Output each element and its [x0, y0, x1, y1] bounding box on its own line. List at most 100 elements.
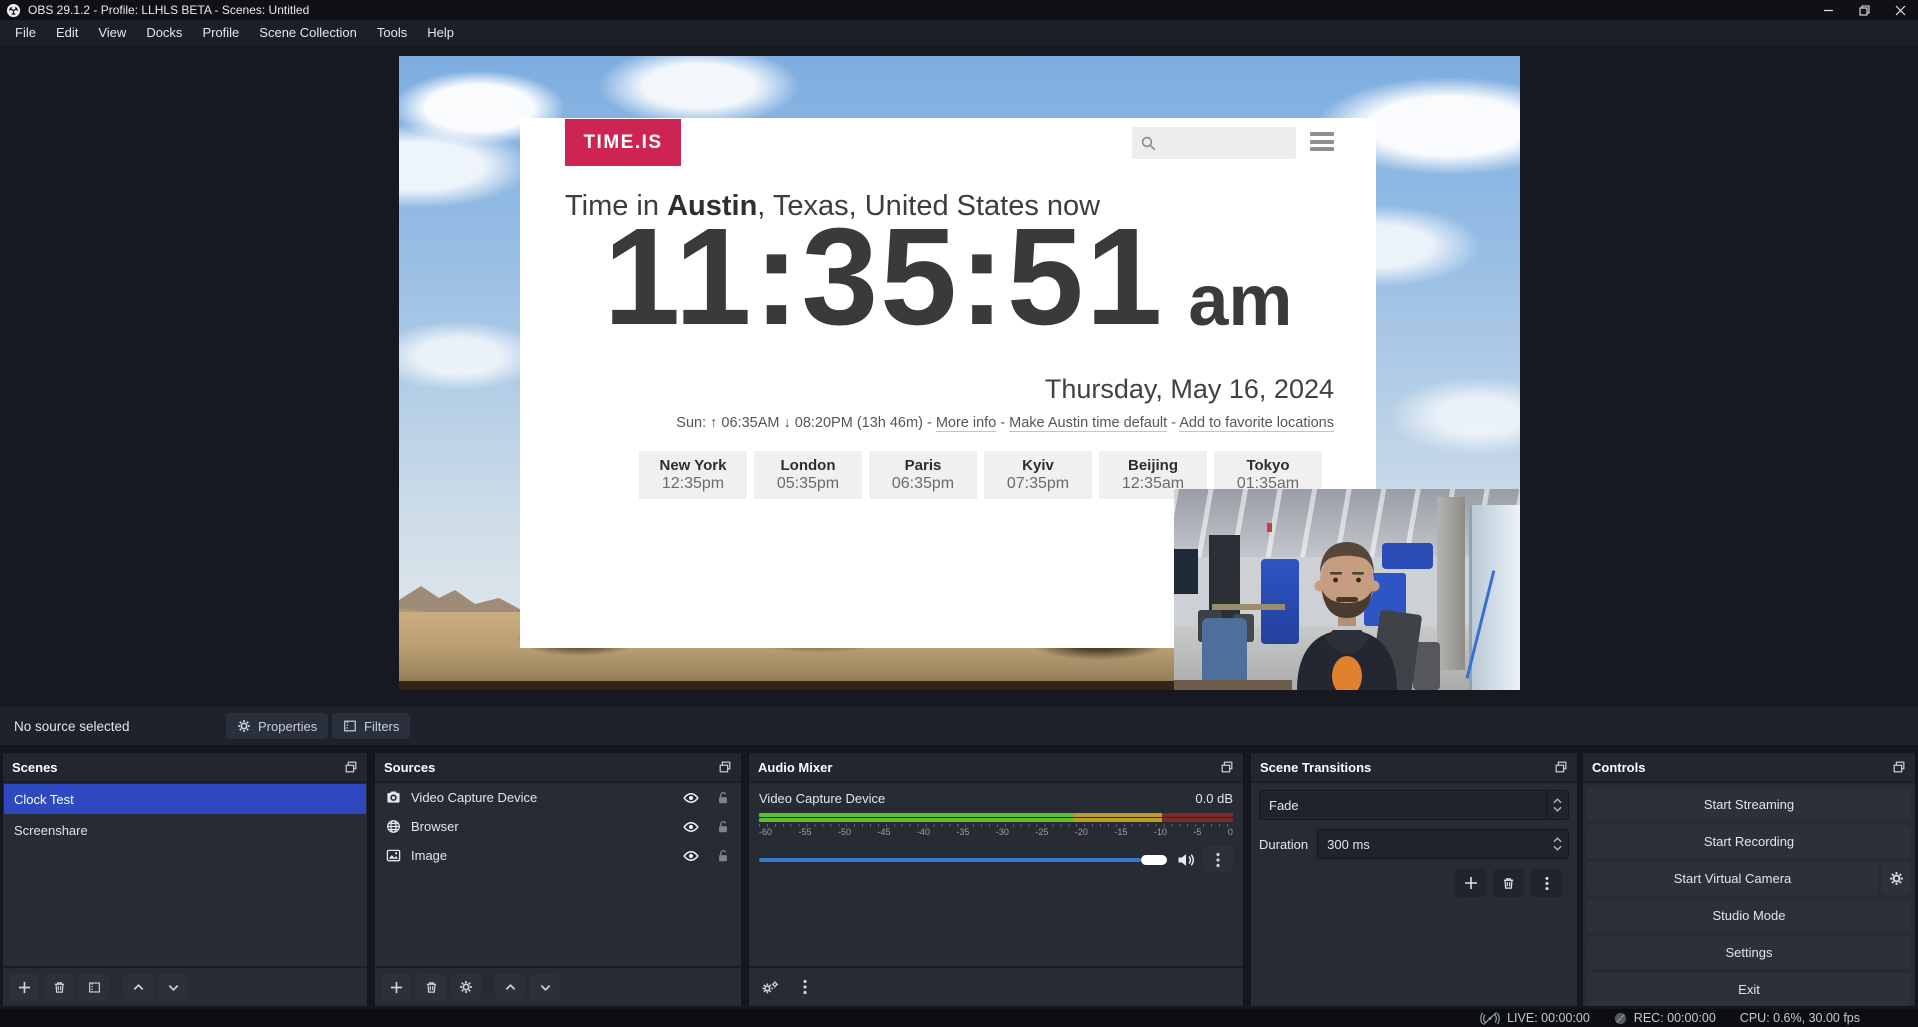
exit-button[interactable]: Exit	[1587, 973, 1911, 1006]
menu-help[interactable]: Help	[417, 20, 464, 46]
duration-spinner[interactable]: 300 ms	[1317, 829, 1569, 859]
sun-info-line: Sun: ↑ 06:35AM ↓ 08:20PM (13h 46m) - Mor…	[676, 415, 1334, 431]
popup-icon[interactable]	[1554, 760, 1568, 774]
menu-bar: File Edit View Docks Profile Scene Colle…	[0, 20, 1918, 46]
transition-select[interactable]: Fade	[1259, 790, 1569, 820]
current-date: Thursday, May 16, 2024	[1045, 374, 1334, 405]
studio-mode-button[interactable]: Studio Mode	[1587, 899, 1911, 932]
source-item-image[interactable]: Image	[375, 841, 741, 870]
scene-item-screenshare[interactable]: Screenshare	[4, 815, 366, 845]
record-off-icon	[1614, 1012, 1627, 1025]
volume-meter	[759, 818, 1233, 822]
minimize-button[interactable]	[1810, 0, 1846, 20]
mixer-menu-button[interactable]	[790, 974, 820, 1001]
start-virtual-camera-button[interactable]: Start Virtual Camera	[1587, 862, 1878, 895]
sources-dock: Sources Video Capture Device	[374, 752, 742, 1007]
scenes-toolbar	[3, 966, 367, 1006]
hamburger-menu-icon	[1310, 132, 1334, 151]
lock-icon[interactable]	[716, 820, 730, 834]
menu-profile[interactable]: Profile	[192, 20, 249, 46]
volume-slider[interactable]	[759, 853, 1169, 867]
scenes-dock: Scenes Clock Test Screenshare	[2, 752, 368, 1007]
double-gear-icon	[761, 980, 779, 995]
scenes-header[interactable]: Scenes	[3, 753, 367, 783]
mixer-channel-menu-button[interactable]	[1203, 846, 1233, 873]
remove-scene-button[interactable]	[44, 974, 74, 1001]
move-source-down-button[interactable]	[530, 974, 560, 1001]
source-item-video-capture[interactable]: Video Capture Device	[375, 783, 741, 812]
audio-mixer-dock: Audio Mixer Video Capture Device 0.0 dB …	[748, 752, 1244, 1007]
sources-toolbar	[375, 966, 741, 1006]
obs-logo-icon	[6, 3, 21, 18]
kebab-icon	[1216, 852, 1220, 868]
menu-docks[interactable]: Docks	[136, 20, 192, 46]
sources-header[interactable]: Sources	[375, 753, 741, 783]
add-scene-button[interactable]	[9, 974, 39, 1001]
city-card: Paris 06:35pm	[869, 451, 977, 499]
make-default-link: Make Austin time default	[1009, 415, 1167, 432]
audio-mixer-header[interactable]: Audio Mixer	[749, 753, 1243, 783]
lock-icon[interactable]	[716, 849, 730, 863]
city-card: London 05:35pm	[754, 451, 862, 499]
globe-icon	[386, 819, 401, 834]
restore-button[interactable]	[1846, 0, 1882, 20]
menu-file[interactable]: File	[5, 20, 46, 46]
remove-source-button[interactable]	[416, 974, 446, 1001]
volume-slider-handle[interactable]	[1141, 855, 1167, 865]
timeis-logo: TIME.IS	[565, 119, 681, 166]
transition-menu-button[interactable]	[1531, 869, 1562, 897]
no-source-status: No source selected	[14, 719, 130, 734]
search-icon	[1140, 135, 1157, 152]
menu-view[interactable]: View	[88, 20, 136, 46]
menu-edit[interactable]: Edit	[46, 20, 88, 46]
start-recording-button[interactable]: Start Recording	[1587, 825, 1911, 858]
advanced-audio-button[interactable]	[755, 974, 785, 1001]
popup-icon[interactable]	[1892, 760, 1906, 774]
controls-header[interactable]: Controls	[1583, 753, 1915, 783]
popup-icon[interactable]	[344, 760, 358, 774]
filters-button[interactable]: Filters	[332, 713, 410, 739]
popup-icon[interactable]	[1220, 760, 1234, 774]
window-title: OBS 29.1.2 - Profile: LLHLS BETA - Scene…	[28, 3, 309, 17]
mixer-toolbar	[749, 966, 1243, 1006]
menu-tools[interactable]: Tools	[367, 20, 417, 46]
chevron-up-icon	[132, 981, 145, 994]
menu-scene-collection[interactable]: Scene Collection	[249, 20, 367, 46]
status-bar: LIVE: 00:00:00 REC: 00:00:00 CPU: 0.6%, …	[0, 1009, 1918, 1027]
popup-icon[interactable]	[718, 760, 732, 774]
source-item-browser[interactable]: Browser	[375, 812, 741, 841]
current-time: 11:35:51	[604, 214, 1165, 341]
scene-transitions-dock: Scene Transitions Fade Duration	[1250, 752, 1578, 1007]
start-streaming-button[interactable]: Start Streaming	[1587, 788, 1911, 821]
close-button[interactable]	[1882, 0, 1918, 20]
speaker-icon[interactable]	[1177, 852, 1195, 868]
transitions-header[interactable]: Scene Transitions	[1251, 753, 1577, 783]
visibility-eye-icon[interactable]	[683, 819, 699, 835]
spinner-arrows-icon[interactable]	[1547, 830, 1568, 858]
lock-icon[interactable]	[716, 791, 730, 805]
webcam-source[interactable]	[1174, 489, 1520, 690]
am-pm: am	[1188, 265, 1292, 341]
add-source-button[interactable]	[381, 974, 411, 1001]
properties-button[interactable]: Properties	[226, 713, 328, 739]
scene-filters-button[interactable]	[79, 974, 109, 1001]
kebab-icon	[1545, 876, 1549, 891]
move-scene-up-button[interactable]	[123, 974, 153, 1001]
gear-icon	[459, 980, 473, 994]
meter-scale: -60-55-50-45-40-35-30-25-20-15-10-50	[759, 827, 1233, 837]
trash-icon	[425, 981, 438, 994]
add-transition-button[interactable]	[1455, 869, 1486, 897]
remove-transition-button[interactable]	[1493, 869, 1524, 897]
duration-label: Duration	[1259, 837, 1308, 852]
virtual-camera-config-button[interactable]	[1881, 862, 1911, 895]
visibility-eye-icon[interactable]	[683, 848, 699, 864]
source-properties-button[interactable]	[451, 974, 481, 1001]
visibility-eye-icon[interactable]	[683, 790, 699, 806]
plus-icon	[18, 981, 31, 994]
move-source-up-button[interactable]	[495, 974, 525, 1001]
video-canvas[interactable]: TIME.IS Time in Austin, Texas, United St…	[399, 56, 1520, 690]
filter-icon	[88, 981, 101, 994]
move-scene-down-button[interactable]	[158, 974, 188, 1001]
scene-item-clock-test[interactable]: Clock Test	[4, 784, 366, 814]
settings-button[interactable]: Settings	[1587, 936, 1911, 969]
